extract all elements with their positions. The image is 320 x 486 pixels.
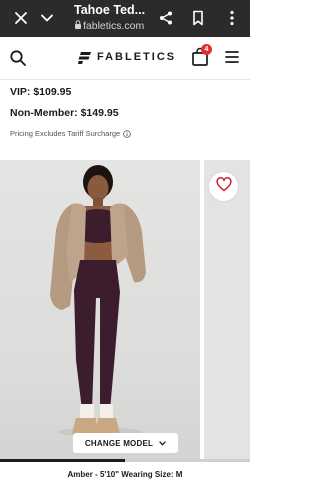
model-illustration bbox=[50, 165, 146, 437]
browser-toolbar: Tahoe Ted... fabletics.com bbox=[0, 0, 250, 37]
model-info: Amber - 5'10" Wearing Size: M bbox=[67, 470, 183, 479]
info-icon[interactable] bbox=[123, 129, 132, 138]
chevron-down-icon bbox=[159, 439, 166, 448]
tariff-note: Pricing Excludes Tariff Surcharge bbox=[10, 129, 132, 138]
wishlist-button[interactable] bbox=[209, 172, 238, 201]
site-header: FABLETICS 4 bbox=[0, 37, 250, 80]
gallery-progress-bar bbox=[0, 459, 250, 462]
close-icon[interactable] bbox=[11, 8, 31, 28]
brand-logo[interactable]: FABLETICS bbox=[78, 51, 177, 64]
product-gallery[interactable]: CHANGE MODEL bbox=[0, 160, 250, 462]
search-icon[interactable] bbox=[9, 49, 27, 67]
change-model-button[interactable]: CHANGE MODEL bbox=[73, 433, 178, 453]
vip-price: VIP: $109.95 bbox=[10, 86, 72, 98]
page-title: Tahoe Ted... bbox=[74, 3, 146, 17]
fabletics-logo-icon bbox=[78, 51, 91, 64]
heart-icon bbox=[215, 176, 232, 197]
browser-title-block[interactable]: Tahoe Ted... fabletics.com bbox=[74, 2, 154, 34]
tariff-note-text: Pricing Excludes Tariff Surcharge bbox=[10, 129, 121, 138]
product-photo-next[interactable] bbox=[204, 160, 250, 462]
url-text: fabletics.com bbox=[83, 20, 145, 32]
chevron-down-icon[interactable] bbox=[37, 8, 57, 28]
gallery-progress-fill bbox=[0, 459, 125, 462]
cart-count-badge: 4 bbox=[201, 44, 212, 55]
page-url: fabletics.com bbox=[74, 18, 154, 34]
menu-icon[interactable] bbox=[224, 50, 240, 64]
change-model-label: CHANGE MODEL bbox=[84, 438, 154, 448]
more-vertical-icon[interactable] bbox=[222, 8, 242, 28]
bookmark-icon[interactable] bbox=[188, 8, 208, 28]
product-photo-main[interactable] bbox=[0, 160, 200, 462]
lock-icon bbox=[74, 18, 83, 34]
share-icon[interactable] bbox=[156, 8, 176, 28]
non-member-price: Non-Member: $149.95 bbox=[10, 107, 119, 119]
brand-name: FABLETICS bbox=[97, 51, 177, 63]
